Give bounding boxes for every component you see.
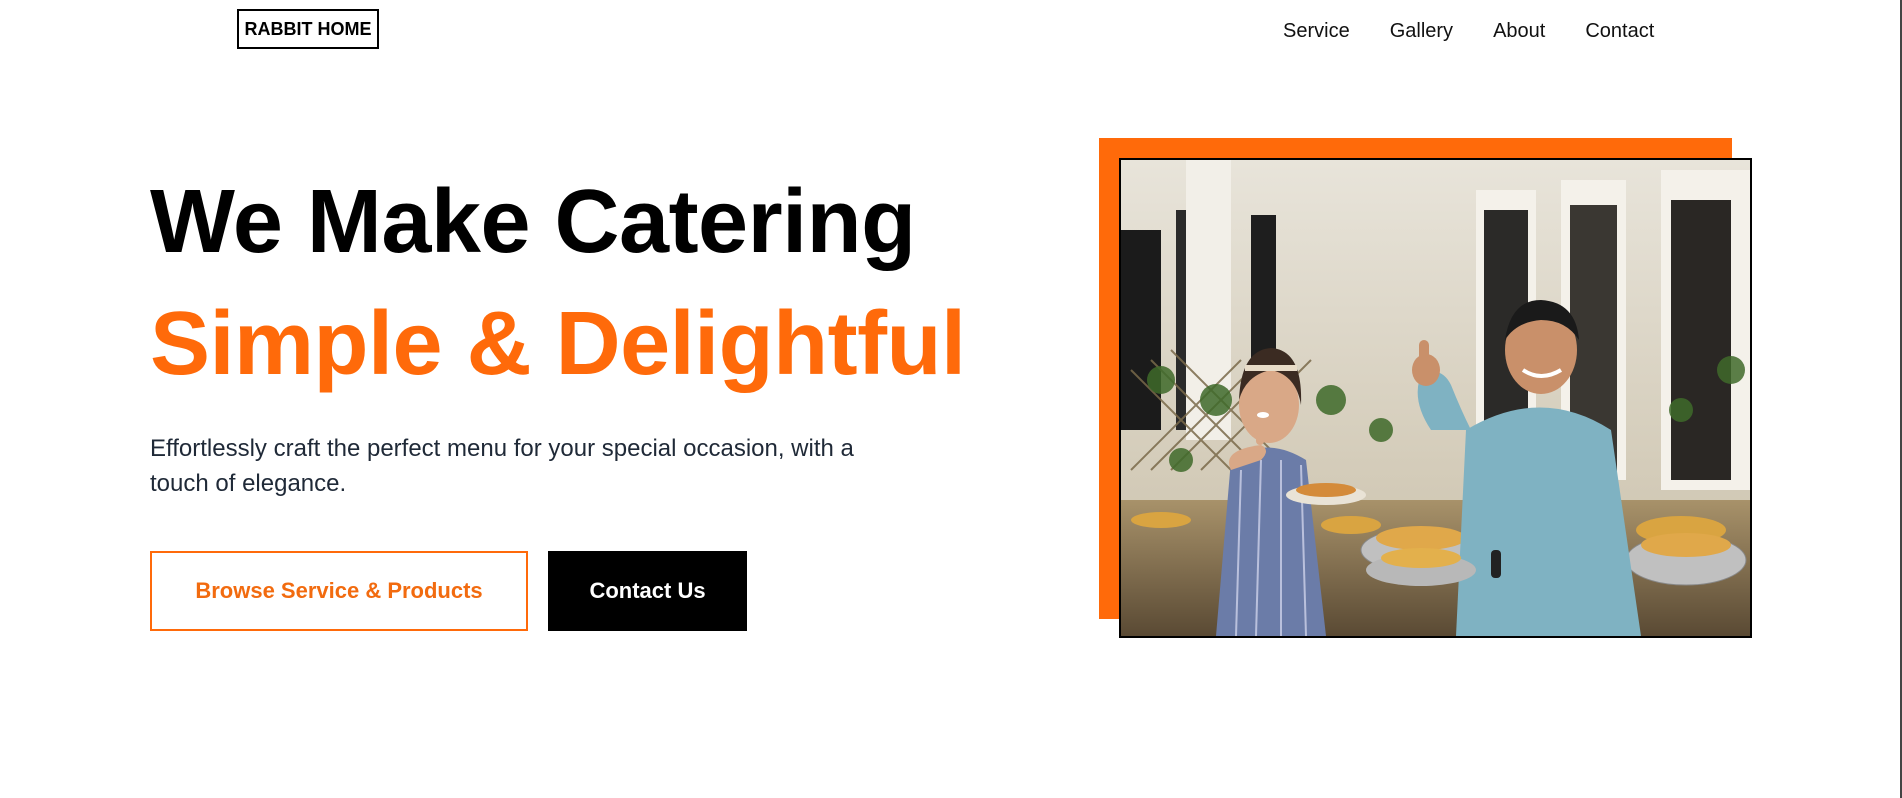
logo[interactable]: RABBIT HOME [237, 9, 379, 49]
hero-subtitle: Simple & Delightful [150, 294, 966, 394]
hero-description: Effortlessly craft the perfect menu for … [150, 435, 854, 497]
browse-services-button[interactable]: Browse Service & Products [150, 551, 528, 631]
hero-photo [1119, 158, 1752, 638]
nav-link-gallery[interactable]: Gallery [1390, 19, 1453, 43]
nav-link-about[interactable]: About [1493, 19, 1545, 43]
page: RABBIT HOME Service Gallery About Contac… [0, 0, 1902, 798]
hero-photo-illustration [1121, 160, 1750, 636]
nav-link-contact[interactable]: Contact [1585, 19, 1654, 43]
contact-us-button[interactable]: Contact Us [548, 551, 747, 631]
hero-title: We Make Catering [150, 172, 916, 272]
main-nav: Service Gallery About Contact [1283, 19, 1654, 43]
nav-link-service[interactable]: Service [1283, 19, 1350, 43]
